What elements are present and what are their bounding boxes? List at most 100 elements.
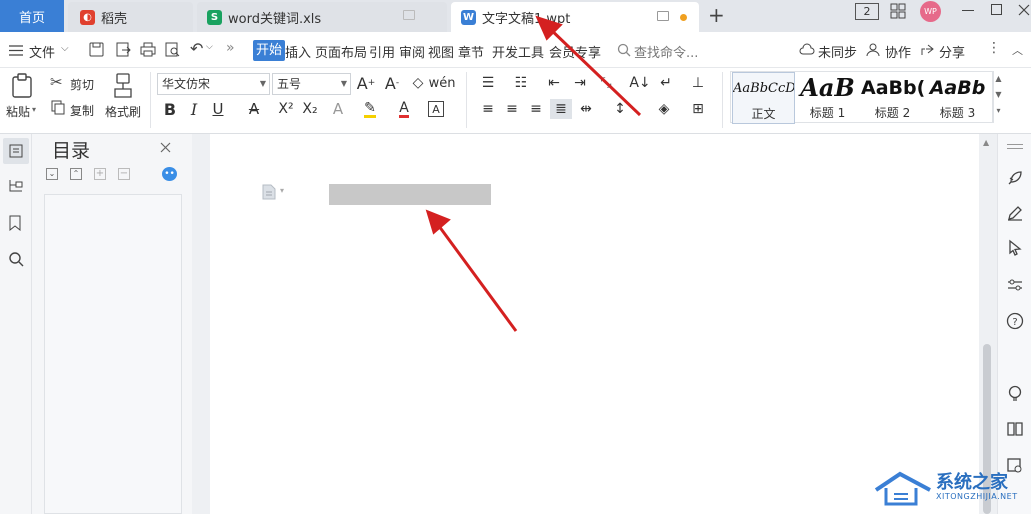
menu-developer[interactable]: 开发工具 — [492, 42, 544, 61]
save-icon[interactable] — [89, 42, 104, 57]
bookmark-icon[interactable] — [9, 215, 21, 231]
underline-icon[interactable]: U — [208, 99, 228, 119]
menu-insert[interactable]: 插入 — [285, 42, 311, 61]
vertical-scrollbar[interactable]: ▲ — [979, 134, 997, 514]
text-direction-icon[interactable]: ⤡ — [596, 73, 616, 93]
font-size-select[interactable]: 五号 ▼ — [272, 73, 351, 95]
scroll-up-icon[interactable]: ▲ — [983, 138, 989, 147]
sort-icon[interactable]: A↓ — [629, 73, 650, 93]
paste-icon[interactable] — [11, 73, 35, 99]
rocket-icon[interactable] — [1006, 169, 1024, 187]
export-pdf-icon[interactable] — [116, 42, 131, 57]
char-border-icon[interactable]: A — [428, 101, 444, 117]
font-color-icon[interactable]: A — [394, 99, 414, 119]
align-center-icon[interactable]: ≡ — [502, 99, 522, 119]
style-heading-2[interactable]: AaBb( 标题 2 — [861, 72, 924, 124]
styles-scroll[interactable]: ▲ ▼ ▾ — [992, 71, 1004, 123]
hamburger-icon[interactable] — [9, 45, 23, 56]
italic-icon[interactable]: I — [184, 99, 204, 119]
font-grow-icon[interactable]: A + — [356, 73, 376, 93]
search-command-input[interactable]: 查找命令... — [634, 42, 698, 61]
format-painter-icon[interactable] — [113, 73, 133, 99]
align-right-icon[interactable]: ≡ — [526, 99, 546, 119]
book-icon[interactable] — [1006, 420, 1024, 438]
print-preview-icon[interactable] — [165, 42, 180, 57]
minimize-icon[interactable] — [962, 10, 974, 11]
style-normal[interactable]: AaBbCcD 正文 — [732, 72, 795, 124]
tab-xls[interactable]: S word关键词.xls — [197, 2, 447, 32]
more-tabs-icon[interactable]: » — [226, 40, 235, 56]
menu-view[interactable]: 视图 — [428, 42, 454, 61]
text-selection-highlight[interactable] — [329, 184, 491, 205]
expand-down-icon[interactable]: ⌄ — [46, 168, 58, 180]
cut-label[interactable]: 剪切 — [70, 76, 94, 93]
menu-member[interactable]: 会员专享 — [549, 42, 601, 61]
line-spacing-icon[interactable]: ↕ — [610, 99, 630, 119]
scissors-icon[interactable]: ✂ — [50, 73, 63, 91]
menu-references[interactable]: 引用 — [369, 42, 395, 61]
chevron-up-icon[interactable]: ︿ — [1012, 42, 1023, 58]
justify-icon[interactable]: ≣ — [550, 99, 572, 119]
avatar[interactable]: WP — [920, 1, 941, 22]
copy-icon[interactable] — [51, 100, 65, 115]
bullet-list-icon[interactable]: ☰ — [478, 73, 498, 93]
collab-button[interactable]: 协作 — [885, 42, 911, 61]
maximize-icon[interactable] — [991, 4, 1002, 15]
subscript-icon[interactable]: X₂ — [300, 99, 320, 119]
lightbulb-icon[interactable] — [1006, 384, 1024, 402]
tab-daoke[interactable]: ◐ 稻壳 — [68, 2, 193, 32]
share-button[interactable]: 分享 — [939, 42, 965, 61]
shading-icon[interactable]: ◈ — [654, 99, 674, 119]
font-name-select[interactable]: 华文仿宋 ▼ — [157, 73, 270, 95]
tab-document[interactable]: W 文字文稿1.wpt — [451, 2, 699, 32]
undo-icon[interactable]: ↶ — [190, 39, 203, 58]
collapse-up-icon[interactable]: ⌃ — [70, 168, 82, 180]
align-left-icon[interactable]: ≡ — [478, 99, 498, 119]
chevron-down-icon[interactable]: ⌵ — [206, 42, 213, 52]
menu-start[interactable]: 开始 — [253, 40, 286, 61]
line-break-icon[interactable]: ↵ — [656, 73, 676, 93]
settings-sliders-icon[interactable] — [1006, 276, 1024, 294]
print-icon[interactable] — [140, 42, 156, 57]
window-count-badge[interactable]: 2 — [855, 3, 879, 20]
chevron-down-icon[interactable]: ▾ — [32, 105, 36, 114]
cursor-icon[interactable] — [1006, 239, 1024, 257]
phonetic-guide-icon[interactable]: wén — [429, 73, 456, 93]
format-painter-label[interactable]: 格式刷 — [105, 103, 141, 120]
search-icon[interactable] — [8, 251, 24, 267]
outdent-icon[interactable]: ⇤ — [544, 73, 564, 93]
pen-icon[interactable] — [1006, 204, 1024, 222]
menu-review[interactable]: 审阅 — [399, 42, 425, 61]
help-icon[interactable]: ? — [1006, 312, 1024, 330]
close-icon[interactable] — [1018, 4, 1030, 16]
outline-tree-icon[interactable] — [8, 179, 24, 193]
unsync-button[interactable]: 未同步 — [818, 42, 857, 61]
highlight-icon[interactable]: ✎ — [360, 99, 380, 119]
menu-chapter[interactable]: 章节 — [458, 42, 484, 61]
paragraph-handle-icon[interactable] — [262, 184, 276, 200]
borders-icon[interactable]: ⊞ — [688, 99, 708, 119]
text-effect-icon[interactable]: A — [328, 99, 348, 119]
remove-level-icon[interactable]: − — [118, 168, 130, 180]
copy-label[interactable]: 复制 — [70, 102, 94, 119]
numbered-list-icon[interactable]: ☷ — [511, 73, 531, 93]
monitor-icon[interactable] — [657, 11, 669, 21]
smart-toc-icon[interactable]: •• — [162, 167, 177, 181]
style-heading-3[interactable]: AaBb 标题 3 — [926, 72, 989, 124]
paste-label[interactable]: 粘贴 — [6, 103, 30, 120]
menu-page-layout[interactable]: 页面布局 — [315, 42, 367, 61]
tab-home[interactable]: 首页 — [0, 0, 64, 32]
monitor-icon[interactable] — [403, 10, 415, 20]
strikethrough-icon[interactable]: A — [244, 99, 264, 119]
indent-icon[interactable]: ⇥ — [570, 73, 590, 93]
add-level-icon[interactable]: + — [94, 168, 106, 180]
font-shrink-icon[interactable]: A- — [382, 73, 402, 93]
chevron-down-icon[interactable]: ▾ — [280, 186, 284, 195]
chevron-down-icon[interactable]: ⌵ — [61, 43, 69, 54]
ruler-icon[interactable]: ⊥ — [688, 73, 708, 93]
document-page[interactable]: ▾ — [210, 134, 979, 514]
grid-apps-icon[interactable] — [890, 3, 906, 19]
plus-icon[interactable]: + — [708, 5, 725, 25]
menu-file[interactable]: 文件 — [29, 42, 55, 61]
distribute-icon[interactable]: ⇹ — [576, 99, 596, 119]
